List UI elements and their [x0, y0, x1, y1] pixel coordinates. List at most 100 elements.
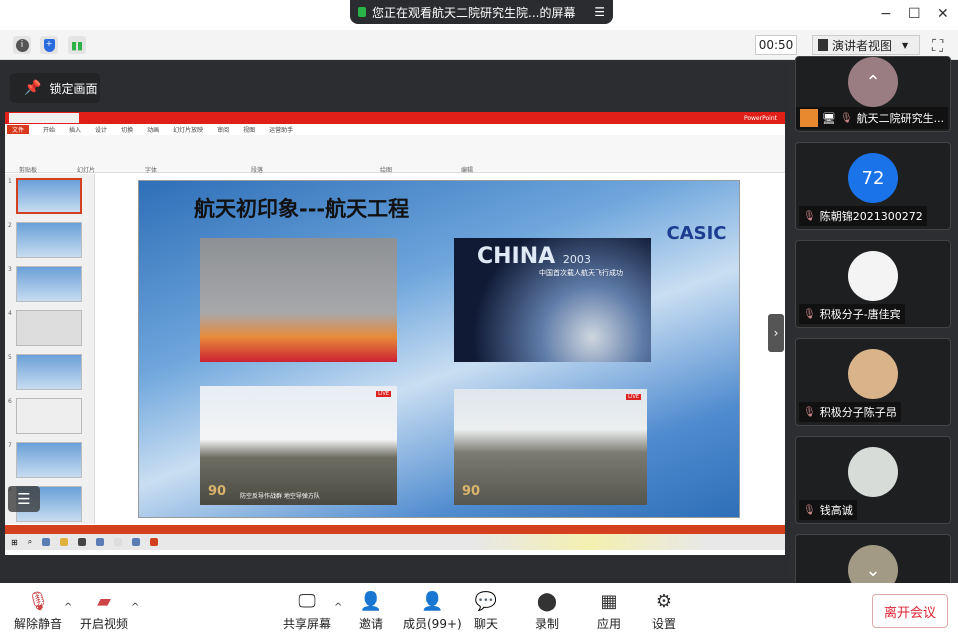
- share-label: 共享屏幕: [283, 617, 332, 631]
- app-icon: [42, 538, 51, 546]
- mic-muted-icon: 🎙: [26, 590, 50, 612]
- chat-icon: 💬: [474, 590, 498, 612]
- ribbon-tab[interactable]: 开始: [43, 125, 55, 134]
- participant-panel: ⌃ 🖥 🎙 航天二院研究生... 72 🎙 陈朝锦2021300272 🎙 积极分子…: [790, 56, 958, 594]
- record-button[interactable]: ⬤ 录制: [535, 590, 559, 632]
- participant-name: 钱高诚: [819, 504, 853, 517]
- slide-title: 航天初印象---航天工程: [194, 197, 410, 221]
- ribbon-tabs: 文件 开始 插入 设计 切换 动画 幻灯片放映 审阅 视图 运营助手: [5, 124, 785, 135]
- thumb-number: 7: [8, 442, 12, 449]
- shield-icon[interactable]: +: [40, 36, 58, 54]
- unmute-button[interactable]: 🎙 解除静音: [14, 590, 62, 632]
- slide-thumbnail[interactable]: [16, 266, 82, 302]
- thumb-number: 1: [8, 178, 12, 185]
- video-off-icon: ▰: [97, 590, 111, 612]
- layout-icon: [818, 39, 828, 51]
- slide-thumbnail[interactable]: [16, 310, 82, 346]
- slide-thumbnail[interactable]: [16, 222, 82, 258]
- invite-button[interactable]: 👤 邀请: [359, 590, 383, 632]
- screen-share-icon: 🖥: [822, 111, 836, 125]
- members-button[interactable]: 👤 成员(99+): [403, 590, 462, 632]
- chevron-up-icon[interactable]: ^: [334, 602, 342, 613]
- live-badge: LIVE: [626, 394, 641, 400]
- start-video-button[interactable]: ▰ 开启视频: [80, 590, 128, 632]
- avatar: [848, 251, 898, 301]
- fullscreen-icon[interactable]: ⛶: [932, 36, 943, 56]
- ribbon-tab[interactable]: 视图: [243, 125, 255, 134]
- thumb-number: 3: [8, 266, 12, 273]
- share-screen-button[interactable]: 🖵 共享屏幕: [283, 590, 331, 632]
- maximize-button[interactable]: ☐: [908, 6, 921, 22]
- collapse-panel-handle[interactable]: ›: [768, 314, 784, 352]
- anniversary-badge: 90: [208, 484, 227, 499]
- sharing-banner[interactable]: 您正在观看航天二院研究生院...的屏幕 ☰: [350, 0, 613, 24]
- participant-tile[interactable]: 🎙 积极分子-唐佳宾: [795, 240, 951, 328]
- view-mode-dropdown[interactable]: 演讲者视图 ▼: [812, 35, 920, 55]
- windows-taskbar: ⊞ ⌕: [5, 534, 785, 550]
- settings-label: 设置: [652, 617, 677, 631]
- chevron-up-icon[interactable]: ^: [131, 602, 139, 613]
- ribbon-tab[interactable]: 设计: [95, 125, 107, 134]
- ribbon-group-label: 段落: [251, 167, 264, 174]
- participant-name: 航天二院研究生...: [856, 112, 945, 125]
- participant-name-bar: 🎙 积极分子陈子昂: [799, 402, 901, 422]
- thumb-number: 4: [8, 310, 12, 317]
- chevron-up-icon[interactable]: ^: [64, 602, 72, 613]
- list-menu-button[interactable]: ☰: [8, 486, 40, 512]
- rocket-launch-image: [200, 238, 397, 362]
- slide-thumbnail[interactable]: [16, 442, 82, 478]
- participant-name-bar: 🖥 🎙 航天二院研究生...: [796, 107, 949, 129]
- apps-button[interactable]: ▦ 应用: [597, 590, 621, 632]
- leave-meeting-button[interactable]: 离开会议: [872, 594, 948, 628]
- ppt-title-bar: PowerPoint: [5, 112, 785, 124]
- record-icon: ⬤: [536, 590, 558, 612]
- current-slide: 航天初印象---航天工程 CASIC CHINA 2003 中国首次载人航天飞行…: [138, 180, 740, 518]
- add-user-icon: 👤: [359, 590, 383, 612]
- ribbon-tab[interactable]: 插入: [69, 125, 81, 134]
- app-icon: [114, 538, 123, 546]
- powerpoint-icon: [150, 538, 159, 546]
- participant-tile[interactable]: 🎙 钱高诚: [795, 436, 951, 524]
- members-icon: 👤: [421, 590, 444, 612]
- signal-icon[interactable]: ▮▮: [68, 36, 86, 54]
- menu-icon[interactable]: ☰: [594, 5, 605, 19]
- ribbon-tab[interactable]: 动画: [147, 125, 159, 134]
- close-button[interactable]: ✕: [937, 6, 949, 22]
- lock-screen-button[interactable]: 📌 锁定画面: [10, 73, 100, 103]
- info-icon[interactable]: i: [13, 36, 31, 54]
- china-text: CHINA 2003: [477, 244, 591, 269]
- participant-tile[interactable]: 72 🎙 陈朝锦2021300272: [795, 142, 951, 230]
- anniversary-badge: 90: [462, 484, 481, 499]
- slide-thumbnails[interactable]: 1 2 3 4 5 6 7 8: [5, 174, 95, 524]
- invite-label: 邀请: [359, 617, 384, 631]
- mic-muted-icon: 🎙: [803, 504, 816, 516]
- avatar: [848, 349, 898, 399]
- gear-icon: ⚙: [655, 590, 673, 612]
- settings-button[interactable]: ⚙ 设置: [652, 590, 676, 632]
- participant-tile[interactable]: ⌃ 🖥 🎙 航天二院研究生...: [795, 56, 951, 132]
- ribbon-group-label: 编辑: [461, 167, 474, 174]
- minimize-button[interactable]: −: [880, 6, 892, 22]
- avatar: [848, 447, 898, 497]
- folder-icon: [60, 538, 69, 546]
- slide-thumbnail[interactable]: [16, 398, 82, 434]
- chevron-down-icon: ▼: [902, 40, 909, 50]
- shared-powerpoint: PowerPoint 文件 开始 插入 设计 切换 动画 幻灯片放映 审阅 视图…: [5, 112, 785, 555]
- thumb-number: 5: [8, 354, 12, 361]
- ribbon-tab[interactable]: 文件: [7, 125, 30, 134]
- ribbon-group-label: 剪贴板: [19, 167, 38, 174]
- slide-thumbnail[interactable]: [16, 354, 82, 390]
- start-icon: ⊞: [11, 537, 18, 547]
- apps-label: 应用: [597, 617, 622, 631]
- view-mode-label: 演讲者视图: [832, 38, 893, 53]
- participant-tile[interactable]: 🎙 积极分子陈子昂: [795, 338, 951, 426]
- ribbon-tab[interactable]: 切换: [121, 125, 133, 134]
- ribbon-tab[interactable]: 审阅: [217, 125, 229, 134]
- participant-name-bar: 🎙 积极分子-唐佳宾: [799, 304, 905, 324]
- slide-thumbnail[interactable]: [16, 178, 82, 214]
- ribbon-tab[interactable]: 运营助手: [269, 125, 293, 134]
- video-label: 开启视频: [80, 617, 129, 631]
- ribbon-tab[interactable]: 幻灯片放映: [173, 125, 203, 134]
- chat-button[interactable]: 💬 聊天: [474, 590, 498, 632]
- meeting-timer: 00:50: [755, 35, 797, 55]
